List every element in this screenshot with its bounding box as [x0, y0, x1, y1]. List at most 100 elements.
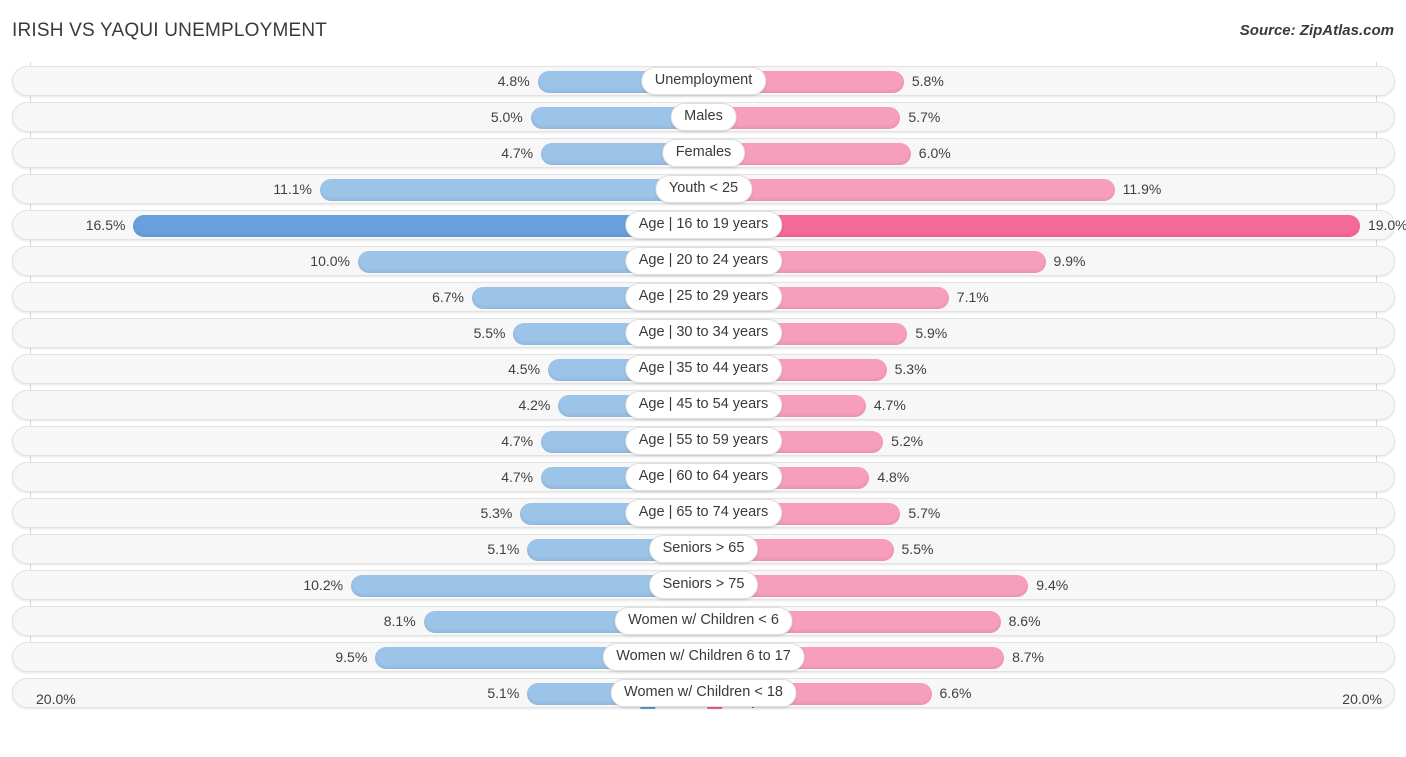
bar-track: 11.1% 11.9% Youth < 25 — [12, 174, 1395, 204]
bar-yaqui — [703, 179, 1115, 201]
category-label: Males — [670, 103, 737, 131]
category-label: Age | 16 to 19 years — [624, 211, 783, 239]
bar-track: 4.7% 4.8% Age | 60 to 64 years — [12, 462, 1395, 492]
page-title: IRISH VS YAQUI UNEMPLOYMENT — [12, 20, 328, 41]
category-label: Age | 25 to 29 years — [624, 283, 783, 311]
value-label-yaqui: 5.7% — [908, 505, 941, 521]
value-label-irish: 4.7% — [501, 469, 534, 485]
bar-track: 5.0% 5.7% Males — [12, 102, 1395, 132]
table-row[interactable]: 11.1% 11.9% Youth < 25 — [0, 174, 1406, 204]
category-label: Age | 55 to 59 years — [624, 427, 783, 455]
bar-track: 10.2% 9.4% Seniors > 75 — [12, 570, 1395, 600]
value-label-yaqui: 7.1% — [956, 289, 989, 305]
table-row[interactable]: 16.5% 19.0% Age | 16 to 19 years — [0, 210, 1406, 240]
bar-track: 16.5% 19.0% Age | 16 to 19 years — [12, 210, 1406, 240]
bar-rows-container: 4.8% 5.8% Unemployment 5.0% 5.7% Males 4.7% 6.0… — [0, 62, 1406, 714]
table-row[interactable]: 4.7% 4.8% Age | 60 to 64 years — [0, 462, 1406, 492]
axis-label-left: 20.0% — [36, 691, 76, 707]
value-label-irish: 8.1% — [383, 613, 416, 629]
bar-track: 4.8% 5.8% Unemployment — [12, 66, 1395, 96]
bar-irish — [133, 215, 704, 237]
table-row[interactable]: 10.0% 9.9% Age | 20 to 24 years — [0, 246, 1406, 276]
value-label-yaqui: 9.9% — [1053, 253, 1086, 269]
bar-track: 10.0% 9.9% Age | 20 to 24 years — [12, 246, 1395, 276]
value-label-yaqui: 9.4% — [1036, 577, 1069, 593]
table-row[interactable]: 5.3% 5.7% Age | 65 to 74 years — [0, 498, 1406, 528]
table-row[interactable]: 9.5% 8.7% Women w/ Children 6 to 17 — [0, 642, 1406, 672]
category-label: Unemployment — [640, 67, 767, 95]
value-label-yaqui: 4.8% — [877, 469, 910, 485]
category-label: Youth < 25 — [654, 175, 753, 203]
bar-track: 8.1% 8.6% Women w/ Children < 6 — [12, 606, 1395, 636]
value-label-irish: 5.1% — [487, 541, 520, 557]
table-row[interactable]: 6.7% 7.1% Age | 25 to 29 years — [0, 282, 1406, 312]
category-label: Women w/ Children < 18 — [610, 679, 797, 707]
table-row[interactable]: 8.1% 8.6% Women w/ Children < 6 — [0, 606, 1406, 636]
value-label-yaqui: 8.6% — [1008, 613, 1041, 629]
table-row[interactable]: 10.2% 9.4% Seniors > 75 — [0, 570, 1406, 600]
category-label: Age | 30 to 34 years — [624, 319, 783, 347]
chart-plot-area: 4.8% 5.8% Unemployment 5.0% 5.7% Males 4.7% 6.0… — [0, 62, 1406, 717]
category-label: Age | 65 to 74 years — [624, 499, 783, 527]
value-label-irish: 10.0% — [310, 253, 350, 269]
value-label-yaqui: 5.9% — [915, 325, 948, 341]
bar-track: 5.3% 5.7% Age | 65 to 74 years — [12, 498, 1395, 528]
category-label: Seniors > 75 — [648, 571, 759, 599]
value-label-irish: 9.5% — [335, 649, 368, 665]
value-label-yaqui: 4.7% — [873, 397, 906, 413]
bar-yaqui — [703, 215, 1360, 237]
category-label: Seniors > 65 — [648, 535, 759, 563]
category-label: Age | 20 to 24 years — [624, 247, 783, 275]
value-label-irish: 5.5% — [473, 325, 506, 341]
category-label: Age | 60 to 64 years — [624, 463, 783, 491]
value-label-irish: 4.7% — [501, 145, 534, 161]
value-label-yaqui: 6.0% — [918, 145, 951, 161]
value-label-irish: 16.5% — [85, 217, 126, 233]
category-label: Age | 35 to 44 years — [624, 355, 783, 383]
bar-track: 5.1% 5.5% Seniors > 65 — [12, 534, 1395, 564]
bar-track: 9.5% 8.7% Women w/ Children 6 to 17 — [12, 642, 1395, 672]
value-label-irish: 10.2% — [303, 577, 344, 593]
bar-track: 4.7% 6.0% Females — [12, 138, 1395, 168]
value-label-irish: 11.1% — [273, 181, 312, 197]
value-label-irish: 5.3% — [480, 505, 513, 521]
value-label-irish: 5.0% — [490, 109, 523, 125]
value-label-irish: 6.7% — [432, 289, 465, 305]
table-row[interactable]: 4.8% 5.8% Unemployment — [0, 66, 1406, 96]
value-label-yaqui: 6.6% — [939, 685, 972, 701]
category-label: Women w/ Children 6 to 17 — [602, 643, 805, 671]
table-row[interactable]: 5.1% 5.5% Seniors > 65 — [0, 534, 1406, 564]
bar-irish — [320, 179, 704, 201]
value-label-irish: 4.2% — [518, 397, 551, 413]
value-label-yaqui: 5.5% — [901, 541, 934, 557]
bar-track: 6.7% 7.1% Age | 25 to 29 years — [12, 282, 1395, 312]
table-row[interactable]: 4.5% 5.3% Age | 35 to 44 years — [0, 354, 1406, 384]
axis-label-right: 20.0% — [1342, 691, 1382, 707]
bar-track: 5.5% 5.9% Age | 30 to 34 years — [12, 318, 1395, 348]
table-row[interactable]: 4.2% 4.7% Age | 45 to 54 years — [0, 390, 1406, 420]
bar-track: 4.7% 5.2% Age | 55 to 59 years — [12, 426, 1395, 456]
value-label-irish: 5.1% — [487, 685, 520, 701]
value-label-yaqui: 5.2% — [891, 433, 924, 449]
category-label: Women w/ Children < 6 — [614, 607, 793, 635]
value-label-yaqui: 19.0% — [1367, 217, 1406, 233]
value-label-irish: 4.7% — [501, 433, 534, 449]
value-label-yaqui: 11.9% — [1122, 181, 1162, 197]
value-label-yaqui: 5.7% — [908, 109, 941, 125]
bar-track: 5.1% 6.6% Women w/ Children < 18 — [12, 678, 1395, 708]
category-label: Females — [661, 139, 746, 167]
category-label: Age | 45 to 54 years — [624, 391, 783, 419]
bar-track: 4.2% 4.7% Age | 45 to 54 years — [12, 390, 1395, 420]
table-row[interactable]: 5.0% 5.7% Males — [0, 102, 1406, 132]
chart-header: IRISH VS YAQUI UNEMPLOYMENT Source: ZipA… — [0, 0, 1406, 60]
table-row[interactable]: 4.7% 5.2% Age | 55 to 59 years — [0, 426, 1406, 456]
value-label-irish: 4.8% — [497, 73, 530, 89]
value-label-yaqui: 5.3% — [894, 361, 927, 377]
value-label-yaqui: 8.7% — [1012, 649, 1044, 665]
table-row[interactable]: 4.7% 6.0% Females — [0, 138, 1406, 168]
table-row[interactable]: 5.1% 6.6% Women w/ Children < 18 — [0, 678, 1406, 708]
bar-track: 4.5% 5.3% Age | 35 to 44 years — [12, 354, 1395, 384]
source-attribution: Source: ZipAtlas.com — [1239, 22, 1394, 39]
table-row[interactable]: 5.5% 5.9% Age | 30 to 34 years — [0, 318, 1406, 348]
value-label-irish: 4.5% — [508, 361, 541, 377]
